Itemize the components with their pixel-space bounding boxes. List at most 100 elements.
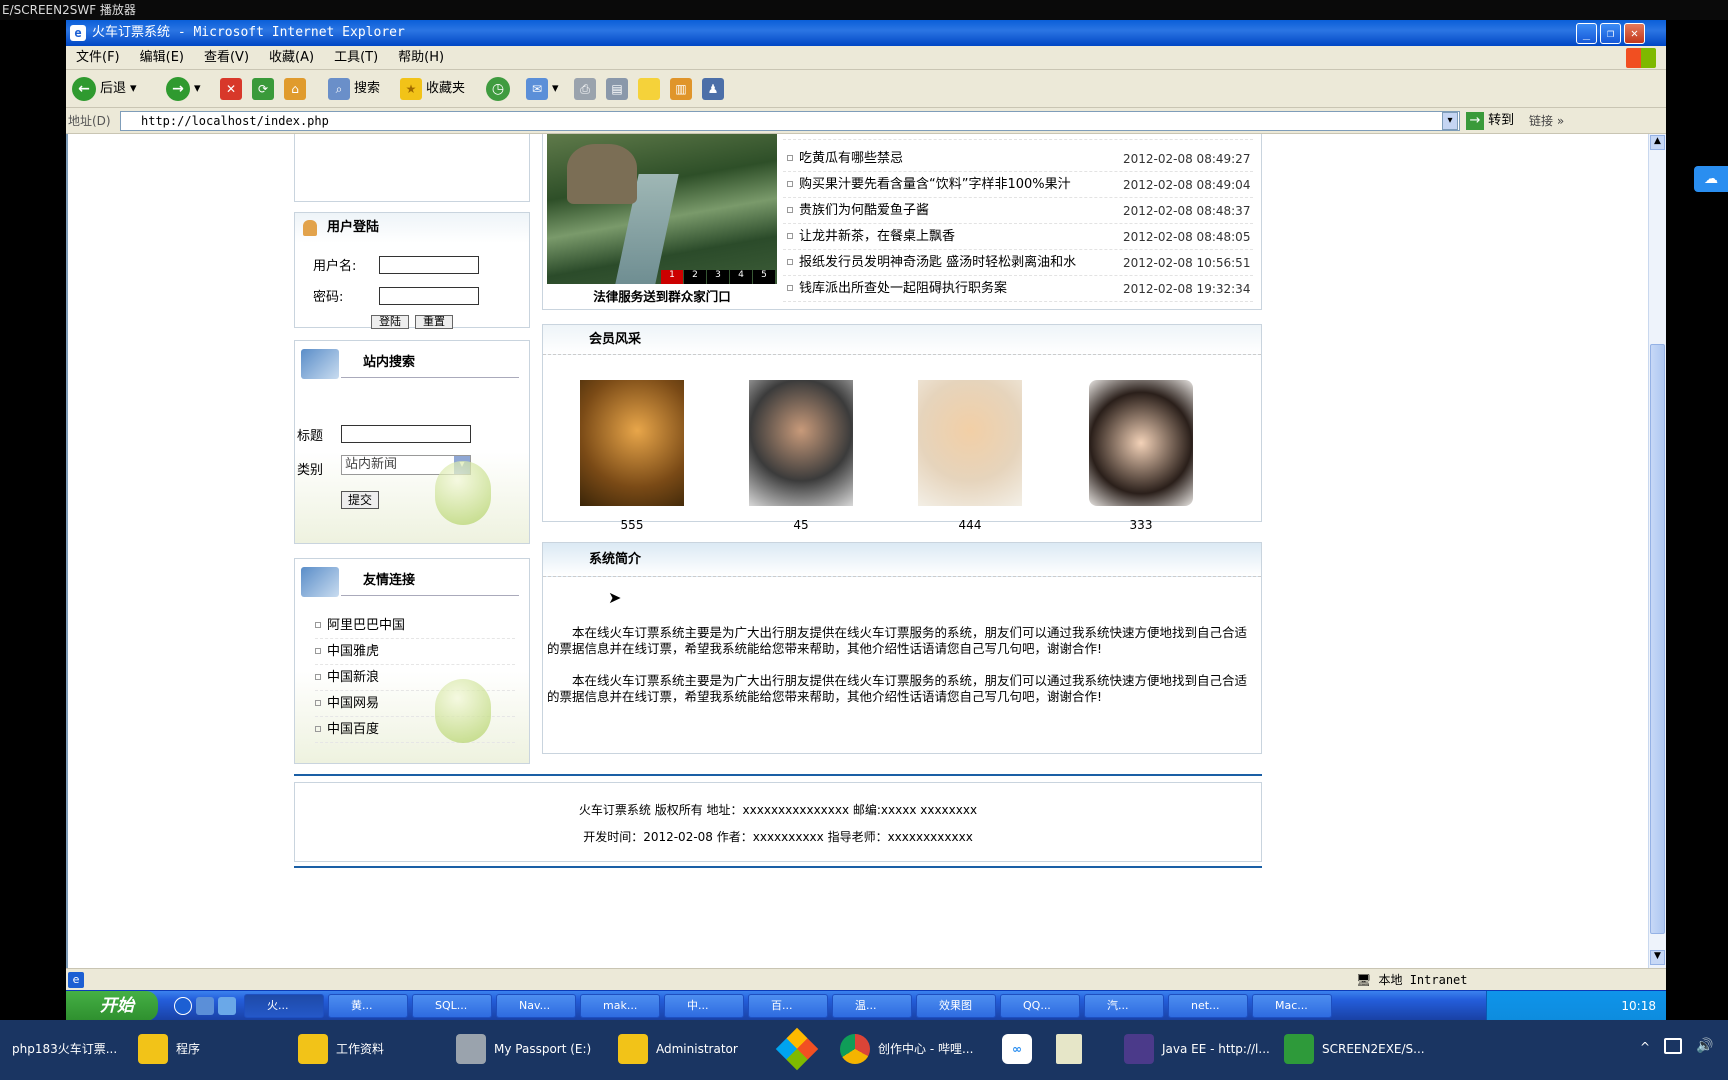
print-button[interactable]: ⎙: [574, 76, 596, 102]
slideshow-image[interactable]: [547, 134, 777, 284]
member-photo[interactable]: [749, 380, 853, 506]
address-input[interactable]: http://localhost/index.php: [120, 111, 1460, 131]
member-photo[interactable]: [580, 380, 684, 506]
taskbar-item[interactable]: SQL...: [412, 994, 492, 1018]
app-diamond-icon[interactable]: [775, 1027, 819, 1071]
forward-dropdown-icon[interactable]: ▾: [194, 76, 201, 102]
messenger-button[interactable]: ♟: [702, 76, 724, 102]
menu-help[interactable]: 帮助(H): [388, 46, 454, 70]
scroll-down-icon[interactable]: ▼: [1650, 950, 1665, 965]
host-task-item[interactable]: 程序: [130, 1026, 200, 1072]
taskbar-item[interactable]: 汽...: [1084, 994, 1164, 1018]
host-task-item[interactable]: php183火车订票...: [0, 1026, 117, 1072]
restore-button[interactable]: ❐: [1600, 23, 1621, 44]
search-panel-title: 站内搜索: [363, 355, 416, 370]
discuss-button[interactable]: [638, 76, 660, 102]
minimize-button[interactable]: _: [1576, 23, 1597, 44]
friend-link-item[interactable]: 中国雅虎: [315, 639, 515, 665]
notepad-icon[interactable]: [1056, 1034, 1082, 1064]
start-button[interactable]: 开始: [66, 991, 158, 1021]
slide-page-3[interactable]: 3: [707, 270, 729, 284]
vertical-scrollbar[interactable]: ▲ ▼: [1648, 134, 1666, 968]
host-task-item[interactable]: Administrator: [610, 1026, 738, 1072]
menu-tools[interactable]: 工具(T): [324, 46, 388, 70]
taskbar-item[interactable]: 效果图: [916, 994, 996, 1018]
friend-link-label: 中国雅虎: [327, 644, 380, 659]
member-photo[interactable]: [1089, 380, 1193, 506]
slide-page-2[interactable]: 2: [684, 270, 706, 284]
close-button[interactable]: ✕: [1624, 23, 1645, 44]
scroll-up-icon[interactable]: ▲: [1650, 135, 1665, 150]
clock[interactable]: 10:18: [1621, 999, 1656, 1013]
back-button[interactable]: ← 后退 ▾: [72, 76, 137, 102]
network-icon[interactable]: [1664, 1038, 1682, 1054]
friend-link-item[interactable]: 中国新浪: [315, 665, 515, 691]
host-task-item[interactable]: 工作资料: [290, 1026, 384, 1072]
tray-expand-icon[interactable]: ^: [1640, 1040, 1650, 1054]
desktop-quicklaunch-icon[interactable]: [196, 997, 214, 1015]
host-task-item[interactable]: 创作中心 - 哔哩...: [832, 1026, 973, 1072]
news-row[interactable]: 贵族们为何酷爱鱼子酱 2012-02-08 08:48:37: [783, 198, 1253, 224]
taskbar-item[interactable]: Nav...: [496, 994, 576, 1018]
member-name: 444: [958, 518, 982, 532]
username-input[interactable]: [379, 256, 479, 274]
refresh-button[interactable]: ⟳: [252, 76, 274, 102]
taskbar-item[interactable]: net...: [1168, 994, 1248, 1018]
links-button[interactable]: 链接 »: [1529, 111, 1564, 131]
news-row[interactable]: 钱库派出所查处一起阻碍执行职务案 2012-02-08 19:32:34: [783, 276, 1253, 302]
mouse-cursor-icon: ➤: [608, 588, 622, 607]
research-button[interactable]: ▥: [670, 76, 692, 102]
forward-button[interactable]: → ▾: [166, 76, 201, 102]
host-task-item[interactable]: SCREEN2EXE/S...: [1276, 1026, 1425, 1072]
slide-page-4[interactable]: 4: [730, 270, 752, 284]
search-submit-button[interactable]: 提交: [341, 491, 379, 509]
baidu-netdisk-icon[interactable]: ∞: [1002, 1034, 1032, 1064]
login-button[interactable]: 登陆: [371, 315, 409, 329]
mail-dropdown-icon[interactable]: ▾: [552, 76, 559, 102]
taskbar-item[interactable]: 火...: [244, 994, 324, 1018]
news-row[interactable]: 报纸发行员发明神奇汤匙 盛汤时轻松剥离油和水 2012-02-08 10:56:5…: [783, 250, 1253, 276]
home-button[interactable]: ⌂: [284, 76, 306, 102]
reset-button[interactable]: 重置: [415, 315, 453, 329]
slideshow-caption[interactable]: 法律服务送到群众家门口: [547, 286, 777, 305]
history-button[interactable]: ◷: [486, 76, 510, 102]
volume-icon[interactable]: 🔊: [1696, 1038, 1713, 1054]
slide-page-5[interactable]: 5: [753, 270, 775, 284]
member-photo[interactable]: [918, 380, 1022, 506]
search-button[interactable]: ⌕ 搜索: [328, 76, 380, 102]
taskbar-item[interactable]: Mac...: [1252, 994, 1332, 1018]
mail-button[interactable]: ✉ ▾: [526, 76, 559, 102]
friend-link-label: 中国新浪: [327, 670, 380, 685]
edit-button[interactable]: ▤: [606, 76, 628, 102]
taskbar-item[interactable]: 黄...: [328, 994, 408, 1018]
login-title: 用户登陆: [295, 213, 529, 243]
search-title-input[interactable]: [341, 425, 471, 443]
taskbar-item[interactable]: 中...: [664, 994, 744, 1018]
taskbar-item[interactable]: QQ...: [1000, 994, 1080, 1018]
friend-links-rule: [341, 595, 519, 596]
go-button[interactable]: → 转到: [1466, 111, 1514, 131]
menu-view[interactable]: 查看(V): [194, 46, 259, 70]
news-row[interactable]: 让龙井新茶，在餐桌上飘香 2012-02-08 08:48:05: [783, 224, 1253, 250]
back-dropdown-icon[interactable]: ▾: [130, 76, 137, 102]
taskbar-item[interactable]: 百...: [748, 994, 828, 1018]
news-row[interactable]: 吃黄瓜有哪些禁忌 2012-02-08 08:49:27: [783, 146, 1253, 172]
menu-edit[interactable]: 编辑(E): [130, 46, 194, 70]
cloud-sidebar-icon[interactable]: ☁: [1694, 166, 1728, 192]
news-row[interactable]: 购买果汁要先看含量含“饮料”字样非100%果汁 2012-02-08 08:49:…: [783, 172, 1253, 198]
host-task-item[interactable]: Java EE - http://l...: [1116, 1026, 1270, 1072]
favorites-button[interactable]: ★ 收藏夹: [400, 76, 465, 102]
slide-page-1[interactable]: 1: [661, 270, 683, 284]
host-task-item[interactable]: My Passport (E:): [448, 1026, 591, 1072]
password-input[interactable]: [379, 287, 479, 305]
ie-quicklaunch-icon[interactable]: [174, 997, 192, 1015]
taskbar-item[interactable]: mak...: [580, 994, 660, 1018]
address-dropdown-icon[interactable]: ▾: [1442, 112, 1458, 130]
menu-favorites[interactable]: 收藏(A): [259, 46, 324, 70]
taskbar-item[interactable]: 温...: [832, 994, 912, 1018]
scroll-thumb[interactable]: [1650, 344, 1665, 934]
friend-link-item[interactable]: 阿里巴巴中国: [315, 613, 515, 639]
media-quicklaunch-icon[interactable]: [218, 997, 236, 1015]
stop-button[interactable]: ✕: [220, 76, 242, 102]
menu-file[interactable]: 文件(F): [66, 46, 130, 70]
